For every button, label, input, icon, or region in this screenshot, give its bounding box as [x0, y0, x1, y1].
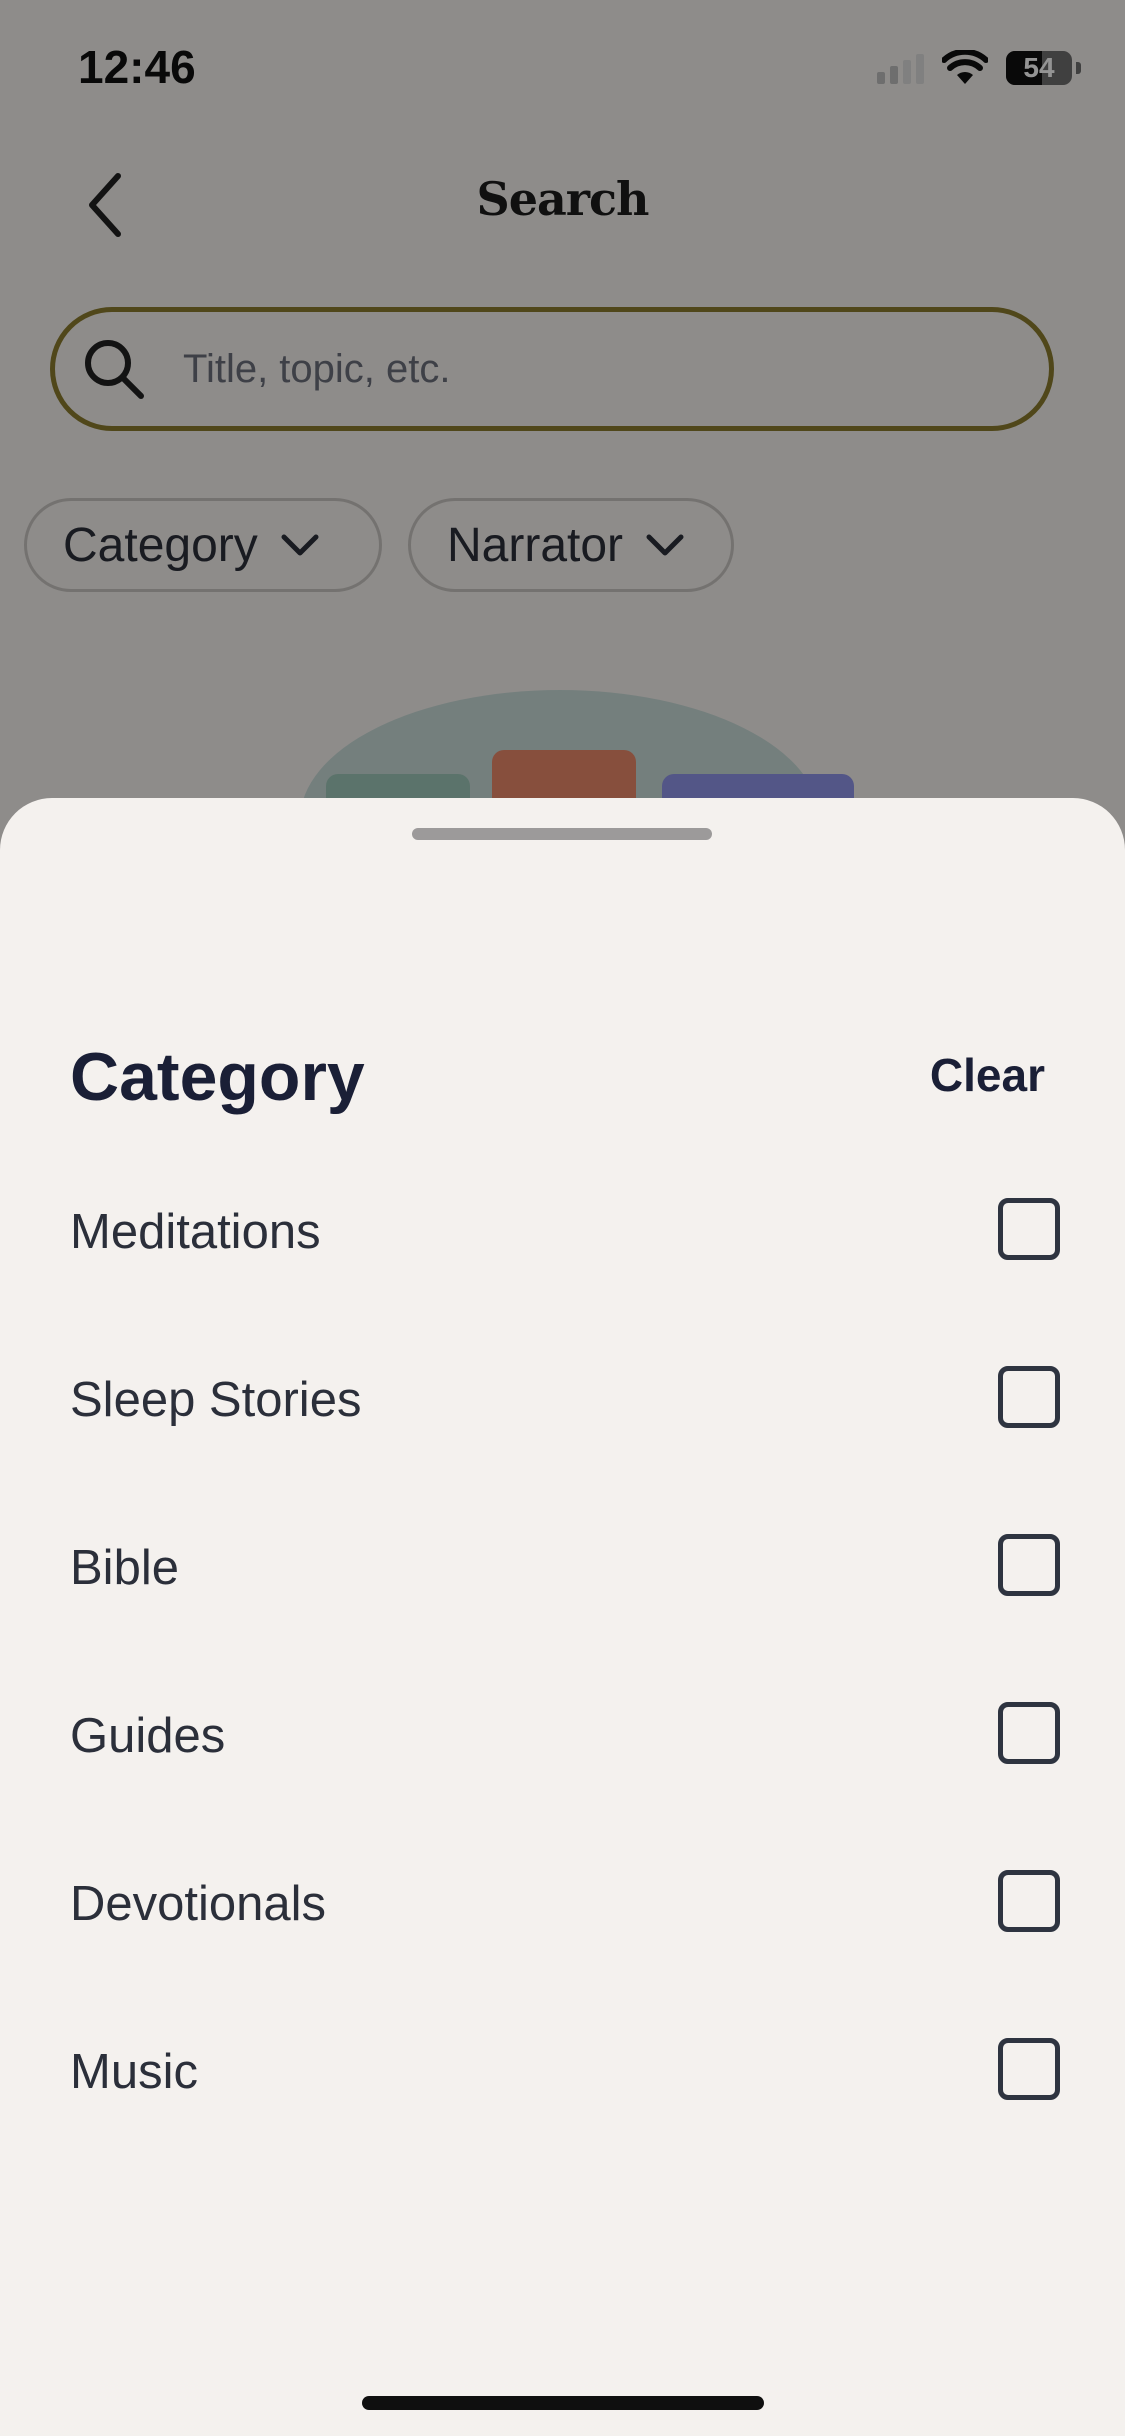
category-bottom-sheet: Category Clear Meditations Sleep Stories…: [0, 798, 1125, 2436]
option-row-sleep-stories[interactable]: Sleep Stories: [0, 1332, 1125, 1500]
checkbox[interactable]: [998, 2038, 1060, 2100]
checkbox[interactable]: [998, 1366, 1060, 1428]
option-row-meditations[interactable]: Meditations: [0, 1164, 1125, 1332]
option-row-music[interactable]: Music: [0, 2004, 1125, 2172]
checkbox[interactable]: [998, 1702, 1060, 1764]
option-row-guides[interactable]: Guides: [0, 1668, 1125, 1836]
sheet-grabber-handle[interactable]: [412, 828, 712, 840]
option-row-devotionals[interactable]: Devotionals: [0, 1836, 1125, 2004]
clear-button[interactable]: Clear: [930, 1048, 1045, 1102]
checkbox[interactable]: [998, 1534, 1060, 1596]
option-label: Meditations: [70, 1205, 321, 1259]
home-indicator[interactable]: [362, 2396, 764, 2410]
option-row-bible[interactable]: Bible: [0, 1500, 1125, 1668]
option-label: Sleep Stories: [70, 1373, 362, 1427]
option-label: Guides: [70, 1709, 226, 1763]
category-option-list: Meditations Sleep Stories Bible Guides D…: [0, 1164, 1125, 2172]
checkbox[interactable]: [998, 1870, 1060, 1932]
option-label: Devotionals: [70, 1877, 327, 1931]
option-label: Bible: [70, 1541, 179, 1595]
option-label: Music: [70, 2045, 198, 2099]
sheet-title: Category: [70, 1039, 365, 1115]
checkbox[interactable]: [998, 1198, 1060, 1260]
